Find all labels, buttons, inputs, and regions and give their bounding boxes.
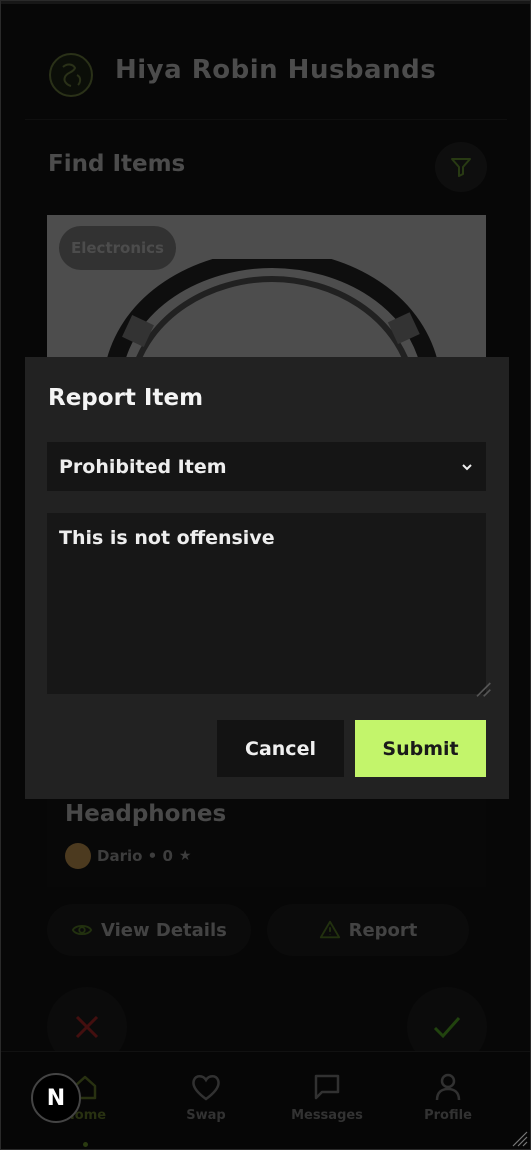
report-details-input[interactable]: This is not offensive xyxy=(47,513,486,694)
modal-title: Report Item xyxy=(48,385,204,411)
dev-tools-badge[interactable]: N xyxy=(31,1073,81,1123)
cancel-button[interactable]: Cancel xyxy=(217,720,344,777)
submit-button[interactable]: Submit xyxy=(355,720,486,777)
report-modal: Report Item Prohibited Item This is not … xyxy=(25,357,509,799)
app-frame: Hiya Robin Husbands Find Items Electroni… xyxy=(0,0,531,1150)
report-reason-select[interactable]: Prohibited Item xyxy=(47,442,486,491)
selected-reason: Prohibited Item xyxy=(59,455,227,478)
resize-grip-icon[interactable] xyxy=(472,678,492,698)
chevron-down-icon xyxy=(462,463,472,470)
window-resize-grip-icon[interactable] xyxy=(508,1127,528,1147)
